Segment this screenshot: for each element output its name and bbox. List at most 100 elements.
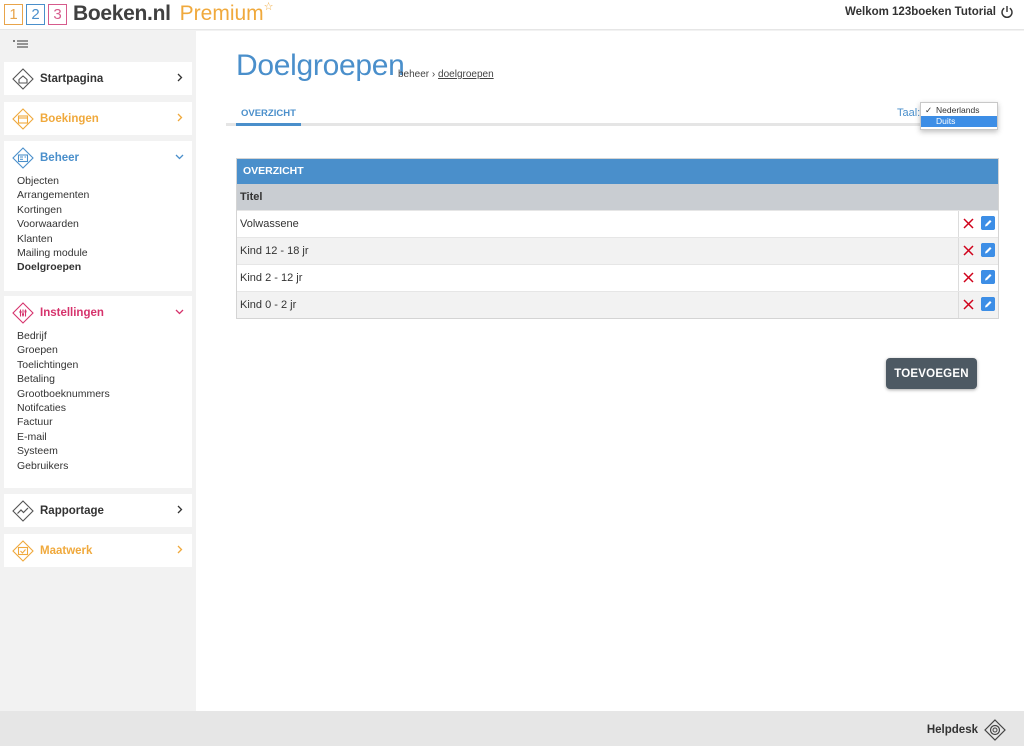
sidebar-item-startpagina[interactable]: Startpagina	[4, 62, 192, 95]
sidebar-subitem-arrangementen[interactable]: Arrangementen	[17, 188, 192, 202]
breadcrumb-doelgroepen[interactable]: doelgroepen	[438, 69, 494, 80]
language-option-duits[interactable]: Duits	[921, 116, 997, 127]
welcome-text: Welkom 123boeken Tutorial	[844, 6, 996, 18]
delete-icon[interactable]	[963, 245, 974, 256]
sidebar-subitem-notifcaties[interactable]: Notifcaties	[17, 401, 192, 415]
chevron-down-icon	[175, 309, 184, 315]
star-icon: ☆	[263, 0, 274, 13]
table-row: Kind 2 - 12 jr	[237, 264, 998, 291]
chevron-right-icon	[177, 113, 183, 122]
power-icon[interactable]	[1000, 5, 1014, 19]
sidebar-section-rapportage: Rapportage	[4, 494, 192, 527]
user-welcome: Welkom 123boeken Tutorial	[845, 5, 1014, 19]
sidebar-subitem-klanten[interactable]: Klanten	[17, 232, 192, 246]
edit-icon[interactable]	[981, 216, 995, 230]
sidebar-subitem-betaling[interactable]: Betaling	[17, 372, 192, 386]
sidebar-item-boekingen[interactable]: Boekingen	[4, 102, 192, 135]
delete-icon[interactable]	[963, 299, 974, 310]
page-title: Doelgroepen	[236, 49, 405, 82]
sidebar-subitem-bedrijf[interactable]: Bedrijf	[17, 329, 192, 343]
chevron-down-icon	[175, 154, 184, 160]
delete-icon[interactable]	[963, 272, 974, 283]
custom-icon	[12, 539, 34, 562]
row-title: Kind 0 - 2 jr	[240, 299, 297, 311]
instellingen-submenu: Bedrijf Groepen Toelichtingen Betaling G…	[4, 329, 192, 473]
sidebar-item-instellingen[interactable]: Instellingen	[4, 296, 192, 329]
breadcrumb-separator: ›	[431, 69, 436, 80]
sidebar-subitem-toelichtingen[interactable]: Toelichtingen	[17, 358, 192, 372]
row-title: Kind 12 - 18 jr	[240, 245, 309, 257]
tabs-divider	[226, 123, 996, 126]
home-icon	[12, 67, 34, 90]
edit-icon[interactable]	[981, 243, 995, 257]
chart-icon	[12, 499, 34, 522]
sidebar-subitem-objecten[interactable]: Objecten	[17, 174, 192, 188]
sidebar: Startpagina Boekingen Beheer Objecten Ar…	[0, 31, 196, 711]
panel-title: OVERZICHT	[237, 159, 998, 184]
sidebar-item-label: Startpagina	[40, 72, 104, 85]
sidebar-subitem-gebruikers[interactable]: Gebruikers	[17, 459, 192, 473]
language-label: Taal:	[897, 107, 921, 119]
delete-icon[interactable]	[963, 218, 974, 229]
language-option-nederlands[interactable]: ✓ Nederlands	[921, 105, 997, 116]
booking-icon	[12, 107, 34, 130]
table-body: Volwassene Kind 12 - 18 jr Kind 2 - 12 j…	[237, 210, 998, 318]
footer: Helpdesk	[0, 711, 1024, 746]
main-content: Doelgroepen beheer › doelgroepen OVERZIC…	[196, 31, 1024, 711]
row-actions	[958, 211, 998, 237]
sidebar-subitem-factuur[interactable]: Factuur	[17, 415, 192, 429]
sidebar-item-beheer[interactable]: Beheer	[4, 141, 192, 174]
logo[interactable]: 1 2 3 Boeken.nl Premium ☆	[4, 0, 274, 26]
sidebar-subitem-voorwaarden[interactable]: Voorwaarden	[17, 217, 192, 231]
option-label: Nederlands	[936, 105, 980, 115]
sidebar-subitem-grootboeknummers[interactable]: Grootboeknummers	[17, 387, 192, 401]
row-actions	[958, 265, 998, 291]
logo-digit-3: 3	[48, 3, 67, 25]
sidebar-item-label: Instellingen	[40, 306, 104, 319]
option-label: Duits	[936, 116, 956, 126]
chevron-right-icon	[177, 73, 183, 82]
manage-icon	[12, 146, 34, 169]
sidebar-subitem-e-mail[interactable]: E-mail	[17, 430, 192, 444]
edit-icon[interactable]	[981, 270, 995, 284]
sidebar-subitem-doelgroepen[interactable]: Doelgroepen	[17, 260, 192, 274]
settings-icon	[12, 301, 34, 324]
top-bar: 1 2 3 Boeken.nl Premium ☆ Welkom 123boek…	[0, 0, 1024, 30]
helpdesk-link[interactable]: Helpdesk	[927, 719, 1006, 741]
menu-toggle-icon[interactable]	[12, 37, 30, 51]
language-dropdown[interactable]: ✓ Nederlands Duits	[920, 102, 998, 130]
tab-overzicht[interactable]: OVERZICHT	[236, 104, 301, 126]
table-row: Kind 12 - 18 jr	[237, 237, 998, 264]
sidebar-section-maatwerk: Maatwerk	[4, 534, 192, 567]
table-row: Volwassene	[237, 210, 998, 237]
row-actions	[958, 292, 998, 318]
overview-panel: OVERZICHT Titel Volwassene Kind 12 - 18 …	[236, 158, 999, 319]
chevron-right-icon	[177, 505, 183, 514]
logo-digit-2: 2	[26, 3, 45, 25]
row-title: Volwassene	[240, 218, 299, 230]
row-title: Kind 2 - 12 jr	[240, 272, 303, 284]
sidebar-subitem-kortingen[interactable]: Kortingen	[17, 203, 192, 217]
checkmark-icon: ✓	[925, 105, 933, 115]
sidebar-subitem-groepen[interactable]: Groepen	[17, 343, 192, 357]
logo-brand: Boeken.nl	[73, 2, 171, 25]
beheer-submenu: Objecten Arrangementen Kortingen Voorwaa…	[4, 174, 192, 275]
sidebar-item-label: Maatwerk	[40, 544, 93, 557]
sidebar-item-label: Rapportage	[40, 504, 104, 517]
sidebar-item-maatwerk[interactable]: Maatwerk	[4, 534, 192, 567]
edit-icon[interactable]	[981, 297, 995, 311]
logo-premium: Premium	[179, 2, 264, 25]
sidebar-section-startpagina: Startpagina	[4, 62, 192, 95]
add-button[interactable]: TOEVOEGEN	[886, 358, 977, 389]
sidebar-section-boekingen: Boekingen	[4, 102, 192, 135]
lifebuoy-icon	[984, 719, 1006, 741]
sidebar-item-rapportage[interactable]: Rapportage	[4, 494, 192, 527]
breadcrumb: beheer › doelgroepen	[398, 69, 494, 80]
sidebar-subitem-systeem[interactable]: Systeem	[17, 444, 192, 458]
column-header-titel: Titel	[237, 184, 998, 210]
sidebar-subitem-mailing-module[interactable]: Mailing module	[17, 246, 192, 260]
breadcrumb-beheer[interactable]: beheer	[398, 69, 429, 80]
chevron-right-icon	[177, 545, 183, 554]
table-row: Kind 0 - 2 jr	[237, 291, 998, 318]
sidebar-item-label: Boekingen	[40, 112, 99, 125]
